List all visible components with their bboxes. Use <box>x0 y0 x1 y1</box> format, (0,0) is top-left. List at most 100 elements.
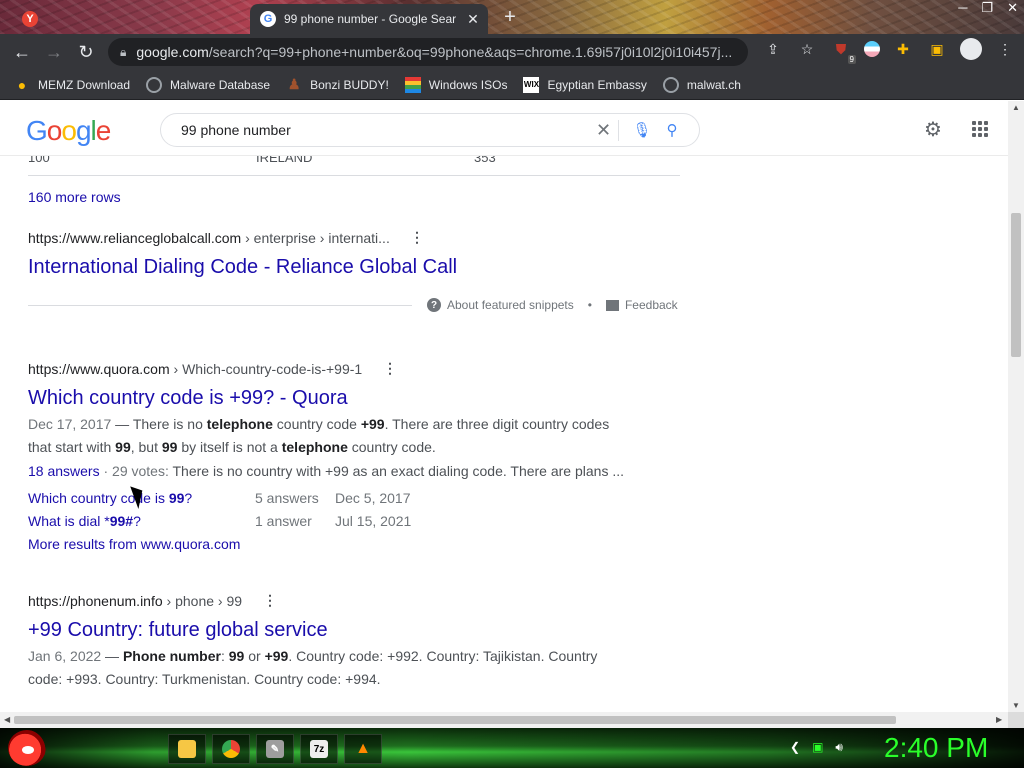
system-tray: ❮ ▣ 🔊︎ <box>790 740 843 755</box>
sub-result-answers: 5 answers <box>255 490 319 506</box>
gear-icon[interactable]: ⚙ <box>924 117 942 142</box>
tab-strip: Y G 99 phone number - Google Sear ✕ + ─ … <box>0 0 1024 34</box>
result-cite[interactable]: https://phonenum.info › phone › 99 <box>28 593 242 609</box>
bookmark-malwatch[interactable]: malwat.ch <box>662 76 741 93</box>
tab-close-icon[interactable]: ✕ <box>464 11 482 28</box>
bonzi-icon: ♟ <box>287 76 301 92</box>
taskbar-7zip[interactable]: 7z <box>300 734 338 764</box>
google-favicon-icon: G <box>260 11 276 27</box>
search-results: 100 IRELAND 353 160 more rows https://ww… <box>0 156 1008 712</box>
toolbar-right: ⇪ ☆ ⛊ 9 ✚ ▣ ⋮ <box>762 38 1016 64</box>
tray-arrow-icon[interactable]: ❮ <box>790 740 800 755</box>
url-text[interactable]: google.com/search?q=99+phone+number&oq=9… <box>136 44 732 60</box>
bookmark-memz[interactable]: ● MEMZ Download <box>14 77 130 93</box>
back-button[interactable]: ← <box>6 36 38 68</box>
sub-result-link[interactable]: What is dial *99#? <box>28 513 141 529</box>
volume-icon[interactable]: 🔊︎ <box>835 740 843 755</box>
search-box: ✕ 🎙︎ ⚲ <box>160 113 700 147</box>
window-controls: ─ ❐ ✕ <box>958 0 1018 20</box>
sub-result-link[interactable]: Which country code is 99? <box>28 490 192 506</box>
forward-button[interactable]: → <box>38 36 70 68</box>
lock-icon: 🔒︎ <box>120 44 127 59</box>
tab-inactive[interactable]: Y <box>8 4 248 34</box>
menu-kebab-icon[interactable]: ⋮ <box>994 38 1016 60</box>
vlc-icon: ▲ <box>355 740 371 757</box>
result-snippet: Jan 6, 2022 — Phone number: 99 or +99. C… <box>28 648 598 687</box>
scroll-thumb[interactable] <box>14 716 896 724</box>
extension-badge: 9 <box>847 55 856 64</box>
reload-button[interactable]: ↻ <box>70 36 102 68</box>
taskbar-folder[interactable] <box>168 734 206 764</box>
more-options-icon[interactable]: ⋮ <box>263 592 277 609</box>
scroll-up-icon[interactable]: ▲ <box>1008 103 1024 112</box>
sub-result-answers: 1 answer <box>255 513 312 529</box>
address-bar[interactable]: 🔒︎ google.com/search?q=99+phone+number&o… <box>108 38 748 66</box>
result-cite[interactable]: https://www.quora.com › Which-country-co… <box>28 361 362 377</box>
maximize-icon[interactable]: ❐ <box>981 0 993 20</box>
bookmarks-bar: ● MEMZ Download Malware Database ♟ Bonzi B… <box>0 70 1024 100</box>
globe-icon <box>146 76 163 93</box>
search-icon[interactable]: ⚲ <box>657 121 687 139</box>
divider <box>28 175 680 176</box>
more-rows-link[interactable]: 160 more rows <box>28 189 121 205</box>
clear-icon[interactable]: ✕ <box>589 119 619 141</box>
scroll-down-icon[interactable]: ▼ <box>1008 701 1024 710</box>
extensions-puzzle-icon[interactable]: ✚ <box>892 38 914 60</box>
google-logo[interactable]: Google <box>26 115 111 147</box>
result-snippet: Dec 17, 2017 — There is no telephone cou… <box>28 416 610 455</box>
feedback-link[interactable]: Feedback <box>625 298 678 312</box>
scroll-left-icon[interactable]: ◀ <box>4 715 10 724</box>
vertical-scrollbar[interactable]: ▲ ▼ <box>1008 101 1024 712</box>
more-options-icon[interactable]: ⋮ <box>383 360 397 377</box>
result-title-phonenum[interactable]: +99 Country: future global service <box>28 619 328 642</box>
tab-favicon-icon: Y <box>22 11 38 27</box>
mic-icon[interactable]: 🎙︎ <box>627 121 657 139</box>
screen: Y G 99 phone number - Google Sear ✕ + ─ … <box>0 0 1024 768</box>
taskbar-vlc[interactable]: ▲ <box>344 734 382 764</box>
new-tab-button[interactable]: + <box>498 6 522 30</box>
start-button-angry-bird-icon[interactable] <box>8 730 46 766</box>
result-cite[interactable]: https://www.relianceglobalcall.com › ent… <box>28 230 390 246</box>
tab-title: 99 phone number - Google Sear <box>284 12 457 26</box>
more-options-icon[interactable]: ⋮ <box>410 229 424 246</box>
bookmark-star-icon[interactable]: ☆ <box>796 38 818 60</box>
taskbar-chrome[interactable] <box>212 734 250 764</box>
divider <box>28 305 412 306</box>
wix-icon: WIX <box>523 76 540 93</box>
bookmark-egyptian-embassy[interactable]: WIX Egyptian Embassy <box>523 76 647 93</box>
result-title-reliance[interactable]: International Dialing Code - Reliance Gl… <box>28 256 457 279</box>
network-icon[interactable]: ▣ <box>812 740 823 755</box>
apps-grid-icon[interactable] <box>972 121 988 137</box>
bookmark-windows-isos[interactable]: Windows ISOs <box>404 76 507 93</box>
flag-extension-icon[interactable] <box>864 41 880 57</box>
about-snippets-link[interactable]: About featured snippets <box>447 298 574 312</box>
ublock-icon[interactable]: ⛊ 9 <box>830 38 856 64</box>
tab-active[interactable]: G 99 phone number - Google Sear ✕ <box>250 4 488 34</box>
7zip-icon: 7z <box>310 740 328 758</box>
result-title-quora[interactable]: Which country code is +99? - Quora <box>28 387 348 410</box>
feedback-icon <box>605 299 619 311</box>
search-input[interactable] <box>181 122 589 138</box>
minimize-icon[interactable]: ─ <box>958 0 967 20</box>
bookmark-bonzi[interactable]: ♟ Bonzi BUDDY! <box>286 76 389 93</box>
scroll-right-icon[interactable]: ▶ <box>996 715 1002 724</box>
side-panel-icon[interactable]: ▣ <box>926 38 948 60</box>
memz-icon: ● <box>17 76 27 93</box>
taskbar-paint[interactable]: ✎ <box>256 734 294 764</box>
sub-result-date: Jul 15, 2021 <box>335 513 412 529</box>
windows-icon <box>404 76 421 93</box>
globe-icon <box>662 76 679 93</box>
bookmark-malware-database[interactable]: Malware Database <box>146 76 270 93</box>
sub-result-date: Dec 5, 2017 <box>335 490 411 506</box>
close-window-icon[interactable]: ✕ <box>1007 0 1018 20</box>
featured-snippets-footer: ? About featured snippets • Feedback <box>427 298 678 312</box>
horizontal-scrollbar[interactable]: ◀ ▶ <box>0 712 1008 728</box>
answers-count-link[interactable]: 18 answers <box>28 463 100 479</box>
scroll-corner <box>1008 712 1024 728</box>
share-icon[interactable]: ⇪ <box>762 38 784 60</box>
more-results-link[interactable]: More results from www.quora.com <box>28 536 240 552</box>
clock[interactable]: 2:40 PM <box>884 732 988 764</box>
profile-avatar[interactable] <box>960 38 982 60</box>
scroll-thumb[interactable] <box>1011 213 1021 357</box>
taskbar: ✎ 7z ▲ ❮ ▣ 🔊︎ 2:40 PM <box>0 728 1024 768</box>
